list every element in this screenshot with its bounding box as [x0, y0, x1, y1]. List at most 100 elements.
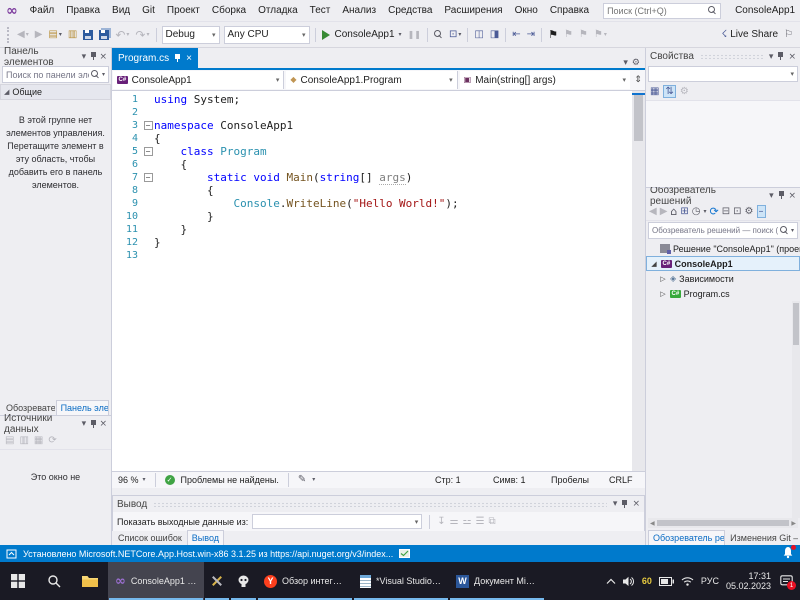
chevron-down-icon[interactable]: ▾ [704, 208, 707, 215]
window-position-icon[interactable]: ▾ [82, 52, 87, 62]
live-share-button[interactable]: ☇ Live Share [718, 27, 781, 42]
project-dropdown[interactable]: C# ConsoleApp1 ▾ [113, 71, 285, 89]
alphabetical-icon[interactable]: ⇅ [663, 85, 676, 98]
gear-icon[interactable]: ⚙ [632, 58, 640, 68]
clear-bookmarks-button[interactable]: ⚑ ▾ [591, 28, 610, 42]
tree-item--[interactable]: ▷ ◈ Зависимости [646, 271, 800, 286]
right-dock-tab[interactable]: Изменения Git — п... [726, 531, 798, 545]
taskbar-app-notepad[interactable]: *Visual Studio.txt –... [353, 562, 449, 600]
menu-item[interactable]: Вид [106, 3, 136, 18]
close-icon[interactable]: × [186, 53, 192, 64]
menu-item[interactable]: Расширения [438, 3, 508, 18]
chevron-down-icon[interactable]: ▾ [312, 477, 315, 483]
code-line[interactable]: 10 } [112, 210, 645, 223]
properties-object-dropdown[interactable]: ▾ [648, 66, 798, 82]
collapsed-icon[interactable]: ▷ [659, 290, 667, 298]
add-item-button[interactable]: ▥ [65, 28, 80, 42]
code-area[interactable]: 1 using System; 2 3− namespace ConsoleApp1 4{… [112, 91, 645, 262]
tree-item--consoleapp1-1-1-[interactable]: Решение "ConsoleApp1" (проекты: 1 из 1) [646, 241, 800, 256]
solution-explorer-header[interactable]: Обозреватель решений ▾ × [646, 185, 800, 207]
tab-program-cs[interactable]: Program.cs × [112, 48, 198, 68]
close-icon[interactable]: × [788, 191, 796, 201]
close-icon[interactable]: × [632, 499, 640, 509]
menu-item[interactable]: Правка [60, 3, 106, 18]
find-in-files-button[interactable] [431, 28, 446, 42]
wrench-icon[interactable]: ⚙ [680, 86, 689, 97]
forward-icon[interactable]: ▶ [660, 206, 668, 217]
save-all-button[interactable] [96, 28, 112, 42]
pin-icon[interactable] [777, 52, 784, 61]
type-dropdown[interactable]: ◆ ConsoleApp1.Program ▾ [286, 71, 458, 89]
member-dropdown[interactable]: ▣ Main(string[] args) ▾ [459, 71, 630, 89]
battery-percent-text[interactable]: 60 [642, 576, 652, 586]
next-bookmark-button[interactable]: ⚑ [576, 28, 591, 42]
menu-item[interactable]: Отладка [252, 3, 304, 18]
configure-icon[interactable]: ▦ [34, 435, 43, 446]
collapse-box-icon[interactable]: − [143, 173, 153, 182]
status-eol[interactable]: CRLF [609, 475, 639, 485]
window-position-icon[interactable]: ▾ [769, 191, 774, 201]
pending-changes-filter-icon[interactable]: ◷ [692, 206, 701, 217]
notifications-bell-button[interactable] [782, 545, 796, 561]
fold-margin[interactable]: − [142, 119, 154, 132]
menu-item[interactable]: Справка [544, 3, 595, 18]
add-data-source-icon[interactable]: ▤ [5, 435, 14, 446]
copy-icon[interactable]: ⧉ [489, 516, 496, 527]
code-line[interactable]: 4{ [112, 132, 645, 145]
fold-margin[interactable] [142, 223, 154, 236]
scrollbar-thumb[interactable] [634, 95, 643, 141]
switch-views-icon[interactable]: ⊞ [680, 206, 688, 217]
undo-button[interactable]: ↶ ▾ [112, 27, 132, 43]
status-extra-icon[interactable] [399, 549, 411, 558]
collapsed-icon[interactable]: ▷ [659, 275, 667, 283]
window-position-icon[interactable]: ▾ [82, 419, 87, 429]
taskbar-search-button[interactable] [36, 562, 72, 600]
taskbar-app-tools[interactable] [204, 562, 230, 600]
back-icon[interactable]: ◀ [649, 206, 657, 217]
toggle-bookmark-button[interactable]: ⚑ [545, 27, 561, 42]
fold-margin[interactable] [142, 106, 154, 119]
bottom-panel-tab[interactable]: Вывод [186, 530, 225, 545]
clear-all-icon[interactable]: ⚌ [450, 516, 459, 527]
scroll-right-icon[interactable]: ▶ [791, 520, 796, 527]
find-message-icon[interactable]: ↧ [437, 516, 445, 527]
menu-item[interactable]: Окно [509, 3, 544, 18]
status-char[interactable]: Симв: 1 [493, 475, 545, 485]
prev-bookmark-button[interactable]: ⚑ [561, 28, 576, 42]
comment-button[interactable]: ⇤ [509, 28, 523, 42]
health-indicator-icon[interactable]: ✓ [164, 475, 175, 485]
solution-platform-dropdown[interactable]: Any CPU ▾ [223, 25, 310, 44]
scroll-left-icon[interactable]: ◀ [650, 520, 655, 527]
clock[interactable]: 17:31 05.02.2023 [726, 571, 771, 592]
close-icon[interactable]: × [788, 52, 796, 62]
language-indicator[interactable]: РУС [701, 576, 719, 586]
taskbar-app-visual-studio[interactable]: ∞ ConsoleApp1 - Mic... [108, 562, 204, 600]
pin-icon[interactable] [90, 419, 97, 429]
horizontal-splitter[interactable] [112, 488, 645, 495]
chevron-up-icon[interactable] [606, 578, 616, 585]
tree-item-consoleapp1[interactable]: ◢ C# ConsoleApp1 [646, 256, 800, 271]
pin-icon[interactable] [778, 191, 785, 200]
wrap-icon[interactable]: ⚍ [463, 516, 472, 527]
scrollbar-thumb[interactable] [793, 303, 799, 345]
code-line[interactable]: 12} [112, 236, 645, 249]
taskbar-app-word[interactable]: W Документ Microso... [449, 562, 545, 600]
properties-page-icon[interactable]: ⚙ [745, 206, 754, 217]
toggle-lines-icon[interactable]: ☰ [476, 516, 485, 527]
status-line[interactable]: Стр: 1 [435, 475, 487, 485]
menu-item[interactable]: Средства [382, 3, 438, 18]
window-position-icon[interactable]: ▾ [613, 499, 618, 509]
categorized-icon[interactable]: ▦ [650, 86, 659, 97]
output-header[interactable]: Вывод ▾ × [113, 496, 644, 512]
structure-view-alt-button[interactable]: ◨ [487, 28, 502, 42]
fold-margin[interactable] [142, 132, 154, 145]
fold-margin[interactable] [142, 184, 154, 197]
taskbar-app-yandex[interactable]: Y Обзор интегриров... [257, 562, 353, 600]
toolbox-group-general[interactable]: ◢ Общие [0, 84, 111, 100]
global-search-input[interactable] [607, 5, 709, 16]
menu-item[interactable]: Файл [24, 3, 61, 18]
action-center-button[interactable]: 1 [778, 575, 796, 590]
refresh-icon[interactable]: ⟳ [710, 206, 719, 217]
code-line[interactable]: 9 Console.WriteLine("Hello World!"); [112, 197, 645, 210]
pin-icon[interactable] [90, 52, 97, 61]
